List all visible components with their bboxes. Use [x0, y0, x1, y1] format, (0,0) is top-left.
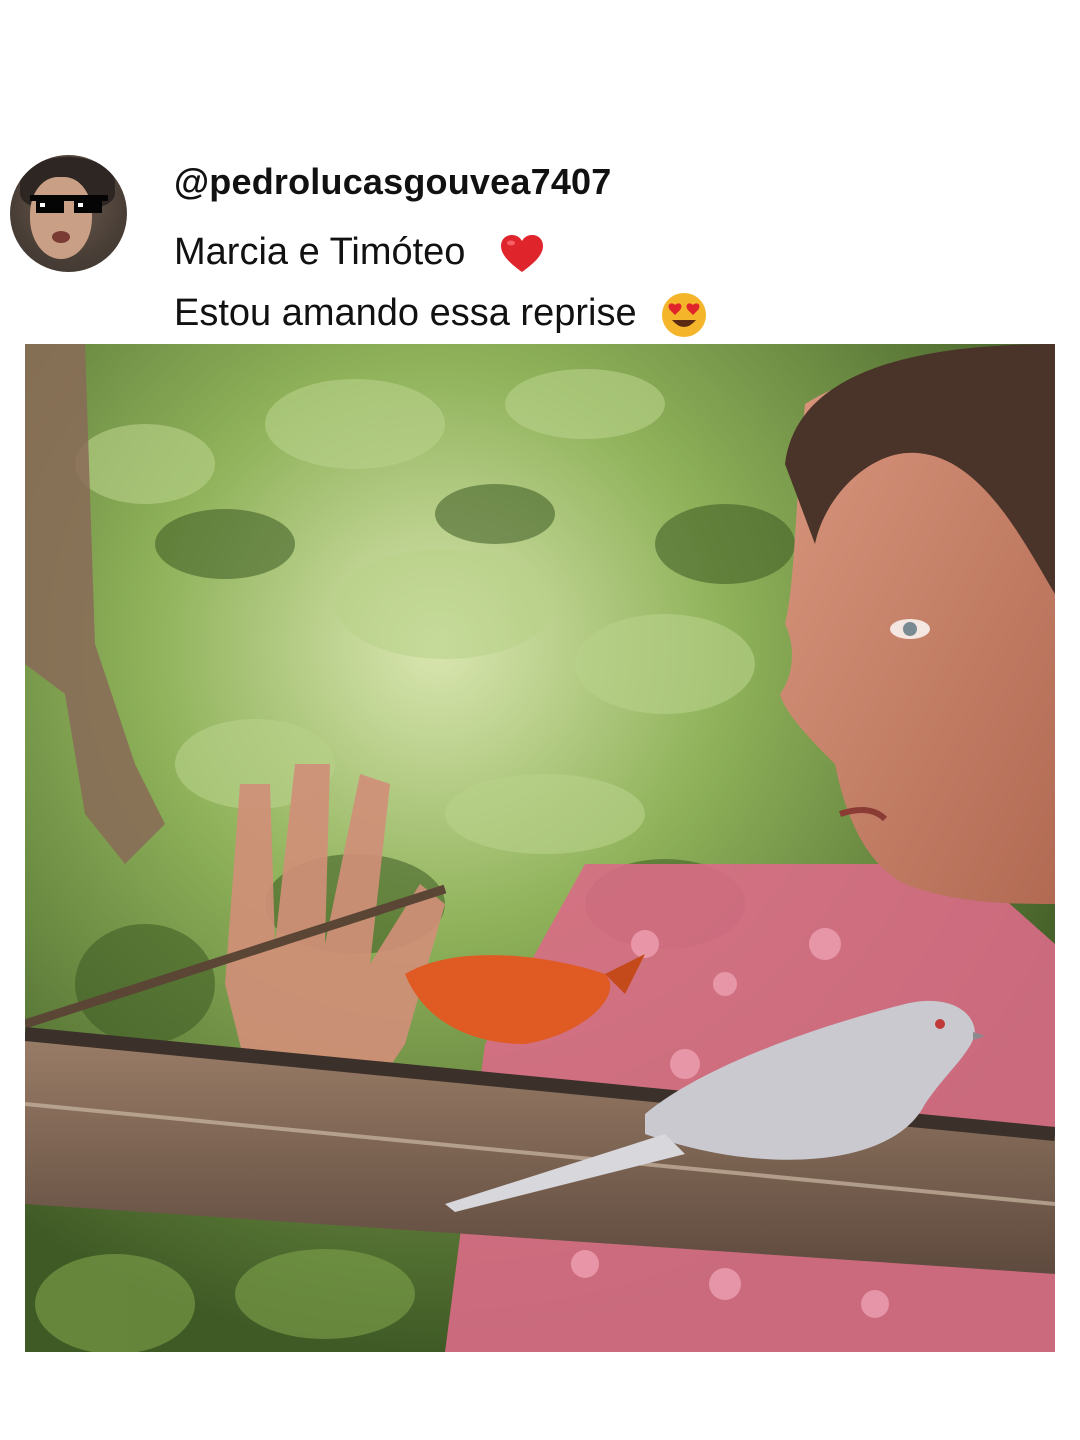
avatar[interactable] — [10, 155, 127, 272]
comment-username[interactable]: @pedrolucasgouvea7407 — [174, 161, 611, 203]
avatar-mouth — [52, 231, 70, 243]
video-still-image — [25, 344, 1055, 1352]
heart-eyes-face-icon — [662, 293, 707, 337]
comment-screenshot: @pedrolucasgouvea7407 Marcia e Timóteo E… — [0, 0, 1080, 1440]
avatar-face — [30, 177, 92, 259]
red-heart-icon — [501, 234, 544, 272]
comment-card: @pedrolucasgouvea7407 Marcia e Timóteo E… — [10, 155, 1070, 340]
comment-text-line-1: Marcia e Timóteo — [174, 231, 544, 274]
comment-text-line-2: Estou amando essa reprise — [174, 292, 707, 338]
comment-text: Marcia e Timóteo — [174, 231, 466, 273]
pixel-sunglasses-icon — [30, 195, 108, 213]
comment-text: Estou amando essa reprise — [174, 292, 637, 335]
video-frame[interactable] — [25, 344, 1055, 1352]
